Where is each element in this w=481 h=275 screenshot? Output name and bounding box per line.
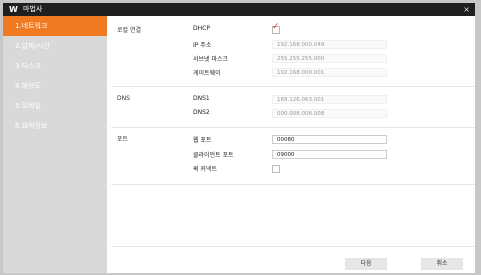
window-title: 마법사 [23, 5, 43, 13]
close-icon[interactable]: × [463, 3, 470, 16]
dns1-label: DNS1 [193, 95, 210, 102]
title-bar: W 마법사 × [3, 3, 475, 16]
section-title-local: 로컬 연결 [117, 27, 141, 34]
footer-divider [111, 246, 475, 247]
sidebar-item-mobile[interactable]: 5.모바일 [3, 96, 107, 116]
ip-field[interactable]: 192.168.000.049 [272, 40, 387, 49]
dns1-field[interactable]: 168.126.063.001 [272, 95, 387, 104]
gateway-label: 게이트웨이 [193, 70, 221, 77]
quick-connect-label: 퀵 커넥트 [193, 166, 217, 173]
dns2-field[interactable]: 000.008.008.008 [272, 109, 387, 118]
sidebar: 1.네트워크 2.날짜/시간 3.디스크 4.해상도 5.모바일 6.요약정보 [3, 16, 107, 273]
check-icon: ✓ [272, 22, 280, 32]
sidebar-item-summary[interactable]: 6.요약정보 [3, 116, 107, 136]
web-port-input[interactable]: 00080 [272, 135, 387, 144]
dhcp-checkbox[interactable]: ✓ [272, 22, 280, 34]
sidebar-item-resolution[interactable]: 4.해상도 [3, 76, 107, 96]
subnet-label: 서브넷 마스크 [193, 56, 229, 63]
client-port-label: 클라이언트 포트 [193, 152, 234, 159]
section-divider [111, 86, 475, 87]
section-title-dns: DNS [117, 95, 130, 102]
main-panel: 로컬 연결 DHCP ✓ IP 주소 192.168.000.049 서브넷 마… [107, 16, 475, 273]
client-port-input[interactable]: 09000 [272, 150, 387, 159]
app-logo: W [9, 5, 18, 14]
sidebar-item-network[interactable]: 1.네트워크 [3, 16, 107, 36]
section-divider [111, 127, 475, 128]
gateway-field[interactable]: 192.168.000.001 [272, 68, 387, 77]
ip-label: IP 주소 [193, 42, 212, 49]
sidebar-item-datetime[interactable]: 2.날짜/시간 [3, 36, 107, 56]
section-divider [111, 184, 475, 185]
quick-connect-checkbox[interactable] [272, 165, 280, 173]
subnet-field[interactable]: 255.255.255.000 [272, 54, 387, 63]
dhcp-label: DHCP [193, 25, 210, 32]
web-port-label: 웹 포트 [193, 137, 212, 144]
next-button[interactable]: 다음 [345, 258, 387, 270]
cancel-button[interactable]: 취소 [421, 258, 463, 270]
wizard-frame: W 마법사 × 1.네트워크 2.날짜/시간 3.디스크 4.해상도 5.모바일… [0, 0, 481, 275]
wizard-window: 1.네트워크 2.날짜/시간 3.디스크 4.해상도 5.모바일 6.요약정보 … [3, 16, 475, 273]
sidebar-item-disk[interactable]: 3.디스크 [3, 56, 107, 76]
section-title-port: 포트 [117, 136, 129, 143]
dns2-label: DNS2 [193, 109, 210, 116]
